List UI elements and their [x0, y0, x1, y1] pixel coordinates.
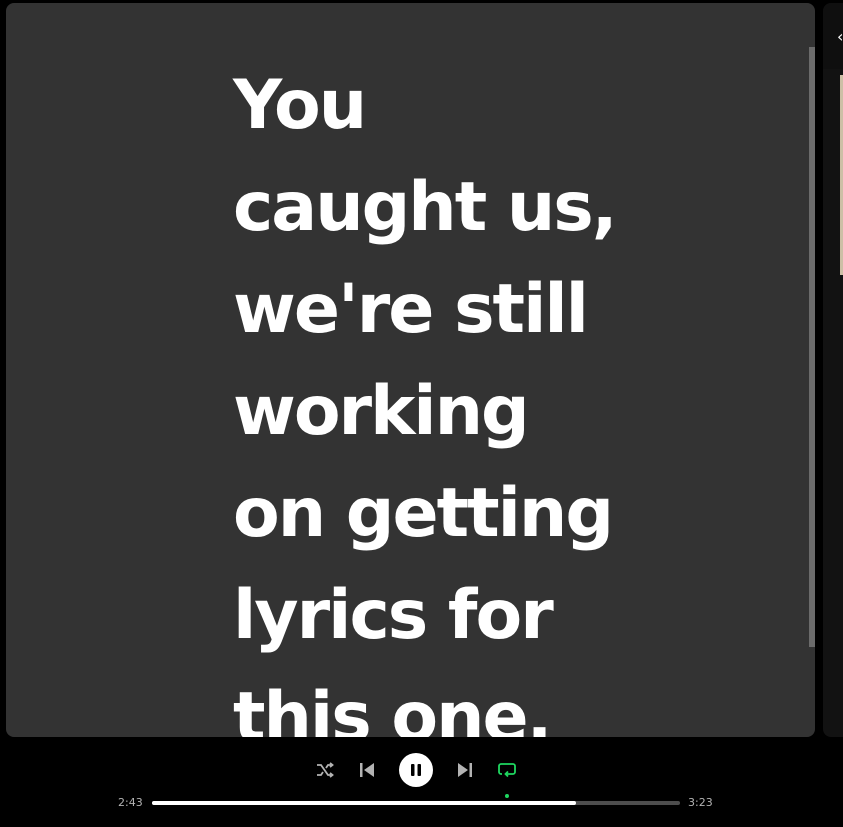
pause-icon	[411, 764, 421, 776]
lyrics-scrollbar[interactable]	[809, 47, 815, 647]
skip-next-icon	[458, 763, 472, 777]
total-duration: 3:23	[688, 796, 713, 809]
pause-button[interactable]	[399, 753, 433, 787]
playback-controls	[0, 752, 843, 798]
progress-bar[interactable]	[152, 801, 680, 805]
repeat-active-indicator	[505, 794, 509, 798]
previous-button[interactable]	[355, 758, 379, 782]
lyrics-panel: You caught us, we're still working on ge…	[6, 3, 815, 737]
next-button[interactable]	[453, 758, 477, 782]
elapsed-time: 2:43	[118, 796, 143, 809]
lyrics-scrollbar-thumb[interactable]	[809, 47, 815, 647]
shuffle-icon	[317, 762, 334, 778]
lyrics-unavailable-message: You caught us, we're still working on ge…	[233, 66, 618, 737]
progress-bar-fill	[152, 801, 576, 805]
player-bar: 2:43 3:23	[0, 740, 843, 827]
repeat-icon	[498, 763, 516, 778]
spotify-app: You caught us, we're still working on ge…	[0, 0, 843, 827]
right-side-panel: ‹	[823, 3, 843, 737]
shuffle-button[interactable]	[313, 758, 337, 782]
repeat-button[interactable]	[495, 758, 519, 782]
side-panel-header: ‹	[823, 3, 843, 69]
skip-previous-icon	[360, 763, 374, 777]
collapse-icon[interactable]: ‹	[837, 27, 843, 47]
